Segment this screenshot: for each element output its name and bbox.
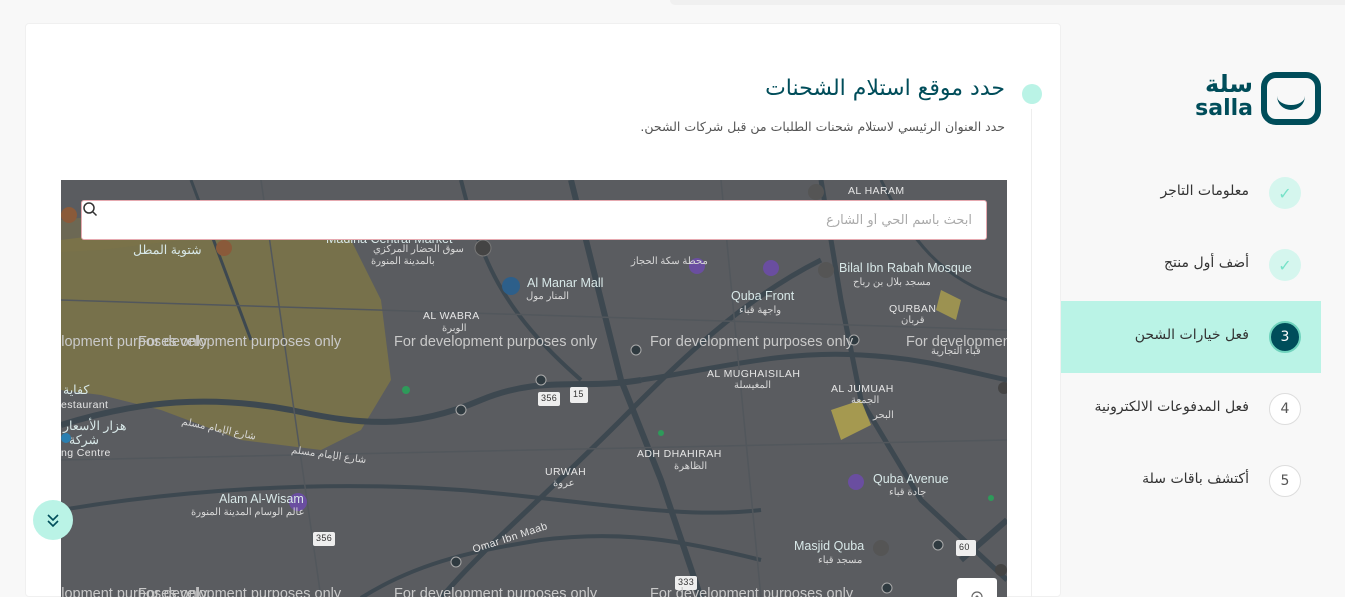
check-icon: ✓	[1269, 177, 1301, 209]
map-label-bilal-ar: مسجد بلال بن رباح	[853, 277, 931, 288]
map-label-alam-ar: عالم الوسام المدينة المنورة	[191, 507, 305, 518]
step-label: معلومات التاجر	[1160, 183, 1249, 199]
map-label-mahatta: محطة سكة الحجاز	[631, 256, 708, 267]
map-label-quba-front-ar: واجهة قباء	[739, 305, 782, 316]
timeline-line	[1031, 109, 1032, 597]
map-label-madina-central-ar: سوق الحضار المركزي	[373, 244, 464, 255]
map-label-masjid-quba-ar: مسجد قباء	[818, 555, 863, 566]
map-label-hazar: هزار الأسعار	[63, 419, 127, 433]
map-label-al-jumuah-ar: الجمعة	[851, 395, 880, 406]
main-card: حدد موقع استلام الشحنات حدد العنوان الرئ…	[25, 23, 1061, 597]
map-label-ng-centre: ng Centre	[61, 447, 111, 459]
step-number: 3	[1269, 321, 1301, 353]
page-title: حدد موقع استلام الشحنات	[765, 76, 1005, 101]
step-number: 4	[1269, 393, 1301, 425]
map-label-urwah-ar: عروة	[553, 478, 575, 489]
timeline-dot	[1022, 84, 1042, 104]
search-input[interactable]	[122, 205, 972, 235]
map-label-al-wabra: AL WABRA	[423, 310, 480, 322]
map-label-adh-dhahirah-ar: الظاهرة	[674, 461, 708, 472]
onboarding-steps: ✓ معلومات التاجر ✓ أضف أول منتج 3 فعل خي…	[1061, 157, 1321, 517]
step-shipping-options[interactable]: 3 فعل خيارات الشحن	[1061, 301, 1321, 373]
road-number: 60	[959, 542, 970, 552]
page-subtitle: حدد العنوان الرئيسي لاستلام شحنات الطلبا…	[640, 119, 1005, 134]
map-label-al-manar-en: Al Manar Mall	[527, 276, 604, 290]
road-number: 356	[541, 393, 558, 403]
map-label-al-bahr: البحر	[873, 410, 894, 421]
location-pin-icon	[971, 591, 983, 597]
map-label-quba-avenue-ar: جادة قباء	[889, 487, 927, 498]
step-label: أضف أول منتج	[1164, 255, 1249, 271]
dev-watermark: For development purposes only	[138, 586, 342, 597]
map-label-al-haram: AL HARAM	[848, 185, 905, 197]
step-label: أكتشف باقات سلة	[1142, 471, 1249, 487]
step-number: 5	[1269, 465, 1301, 497]
locate-me-button[interactable]	[957, 578, 997, 597]
step-electronic-payments[interactable]: 4 فعل المدفوعات الالكترونية	[1061, 373, 1321, 445]
map-label-al-manar-ar: المنار مول	[526, 291, 570, 302]
map-label-adh-dhahirah: ADH DHAHIRAH	[637, 448, 722, 460]
dev-watermark: For development purposes only	[650, 334, 854, 350]
map-label-quran: QURBAN	[889, 303, 937, 315]
dev-watermark: For development purposes only	[138, 334, 342, 350]
chevron-double-down-icon	[47, 514, 59, 528]
map-label-bilal-en: Bilal Ibn Rabah Mosque	[839, 261, 972, 275]
map-label-masjid-quba-en: Masjid Quba	[794, 539, 865, 553]
step-salla-plans[interactable]: 5 أكتشف باقات سلة	[1061, 445, 1321, 517]
dev-watermark: For development purposes only	[394, 334, 598, 350]
road-number: 15	[573, 389, 584, 399]
map-label-quba-front-en: Quba Front	[731, 289, 795, 303]
step-merchant-info[interactable]: ✓ معلومات التاجر	[1061, 157, 1321, 229]
search-icon[interactable]	[82, 201, 98, 217]
map[interactable]: AL HARAM Bilal Ibn Rabah Mosque مسجد بلا…	[61, 180, 1007, 597]
logo-text-ar: سلة	[1205, 70, 1253, 98]
map-label-al-jumuah: AL JUMUAH	[831, 383, 894, 395]
dev-watermark: For development purposes only	[394, 586, 598, 597]
scroll-down-button[interactable]	[33, 500, 73, 540]
address-search	[81, 200, 987, 240]
sidebar: سلة salla ✓ معلومات التاجر ✓ أضف أول منت…	[1061, 0, 1345, 597]
map-label-shatwiyat: شتوية المطل	[133, 243, 202, 257]
map-label-sharika: شركة	[69, 433, 100, 447]
map-label-urwah: URWAH	[545, 466, 587, 478]
step-add-product[interactable]: ✓ أضف أول منتج	[1061, 229, 1321, 301]
dev-watermark: For development purposes only	[650, 586, 854, 597]
dev-watermark: For development purposes only	[906, 334, 1007, 350]
map-label-alam-en: Alam Al-Wisam	[219, 492, 304, 506]
map-label-kifaya: كفاية	[63, 383, 90, 397]
step-label: فعل خيارات الشحن	[1134, 327, 1249, 343]
road-number: 356	[316, 533, 333, 543]
map-label-quba-avenue-en: Quba Avenue	[873, 472, 949, 486]
map-label-quran-ar: قربان	[901, 315, 925, 326]
map-label-al-mughaisilah: AL MUGHAISILAH	[707, 368, 801, 380]
salla-logo: سلة salla	[1195, 70, 1321, 126]
step-label: فعل المدفوعات الالكترونية	[1094, 399, 1249, 415]
logo-text-en: salla	[1195, 96, 1253, 121]
map-label-al-wabra-ar: الوبرة	[442, 323, 467, 334]
map-label-al-mughaisilah-ar: المغيسلة	[734, 380, 772, 391]
logo-icon	[1261, 72, 1321, 125]
map-label-restaurant: estaurant	[61, 399, 109, 411]
check-icon: ✓	[1269, 249, 1301, 281]
map-label-madina-central-ar2: بالمدينة المنورة	[371, 256, 435, 267]
